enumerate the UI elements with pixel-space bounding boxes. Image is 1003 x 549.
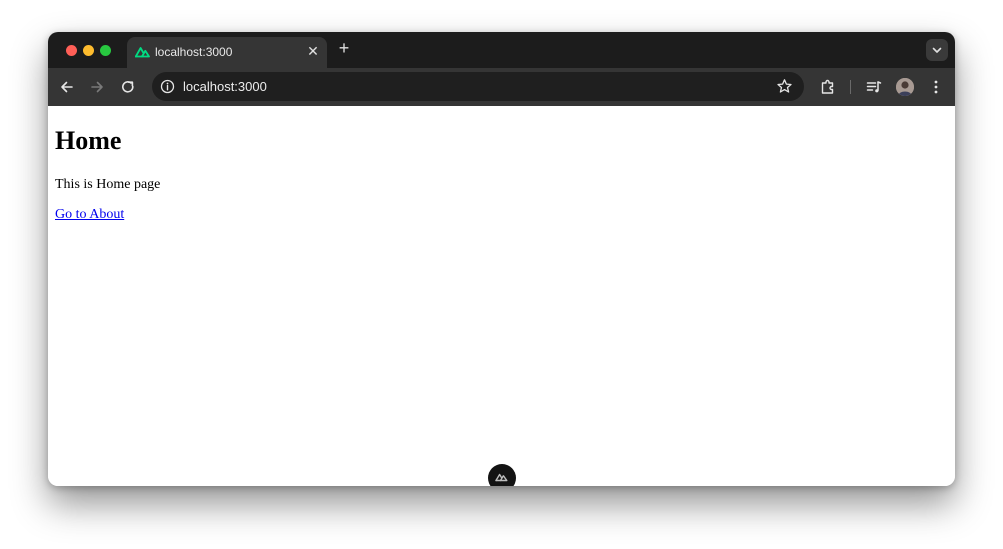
tab-title: localhost:3000 xyxy=(155,45,233,59)
url-text[interactable]: localhost:3000 xyxy=(183,79,267,94)
page-title: Home xyxy=(55,126,122,155)
browser-toolbar: localhost:3000 xyxy=(48,68,955,106)
page-text: This is Home page xyxy=(55,177,161,192)
back-arrow-icon[interactable] xyxy=(58,78,76,96)
browser-window: localhost:3000 ✕ + localhost:3000 Home T… xyxy=(48,32,955,486)
maximize-window-button[interactable] xyxy=(100,45,111,56)
chevron-down-icon xyxy=(932,47,942,53)
media-queue-icon[interactable] xyxy=(865,78,883,96)
info-icon[interactable] xyxy=(160,79,175,94)
tab-localhost[interactable]: localhost:3000 ✕ xyxy=(127,37,327,68)
nuxt-logo-icon xyxy=(135,47,150,58)
close-window-button[interactable] xyxy=(66,45,77,56)
title-bar: localhost:3000 ✕ + xyxy=(48,32,955,68)
new-tab-button[interactable]: + xyxy=(336,39,352,57)
profile-avatar-image xyxy=(896,78,914,96)
about-link[interactable]: Go to About xyxy=(55,207,124,223)
forward-arrow-icon[interactable] xyxy=(88,78,106,96)
tab-close-icon[interactable]: ✕ xyxy=(305,43,321,59)
reload-icon[interactable] xyxy=(119,78,137,96)
avatar[interactable] xyxy=(896,78,914,96)
minimize-window-button[interactable] xyxy=(83,45,94,56)
star-icon[interactable] xyxy=(776,78,793,95)
kebab-menu-icon[interactable] xyxy=(927,78,945,96)
nuxt-logo-icon xyxy=(495,473,508,482)
nuxt-devtools-button[interactable] xyxy=(488,464,516,486)
puzzle-icon[interactable] xyxy=(819,78,837,96)
address-bar[interactable]: localhost:3000 xyxy=(152,72,804,101)
toolbar-separator xyxy=(850,80,851,94)
page-content: Home This is Home page Go to About xyxy=(48,106,955,486)
tab-search-button[interactable] xyxy=(926,39,948,61)
